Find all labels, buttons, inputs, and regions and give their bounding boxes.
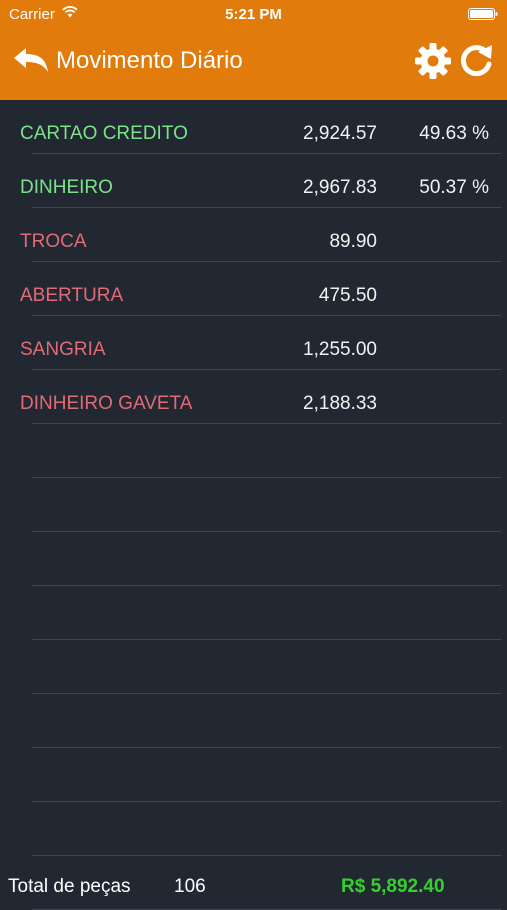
list-row[interactable]: CARTAO CREDITO 2,924.57 49.63 % bbox=[0, 100, 507, 154]
movement-list: CARTAO CREDITO 2,924.57 49.63 % DINHEIRO 2,9… bbox=[0, 100, 507, 910]
row-value: 2,924.57 bbox=[303, 123, 377, 144]
grand-total-amount: R$ 5,892.40 bbox=[341, 876, 445, 897]
list-row[interactable]: DINHEIRO GAVETA 2,188.33 bbox=[0, 370, 507, 424]
row-label: SANGRIA bbox=[20, 339, 106, 360]
summary-footer: Total de peças 106 R$ 5,892.40 bbox=[0, 872, 507, 900]
list-row[interactable]: DINHEIRO 2,967.83 50.37 % bbox=[0, 154, 507, 208]
row-label: DINHEIRO GAVETA bbox=[20, 393, 193, 414]
row-label: DINHEIRO bbox=[20, 177, 113, 198]
row-value: 2,188.33 bbox=[303, 393, 377, 414]
battery-icon bbox=[468, 8, 498, 20]
row-value: 2,967.83 bbox=[303, 177, 377, 198]
empty-list-row bbox=[0, 586, 507, 640]
empty-list-row bbox=[0, 532, 507, 586]
empty-list-row bbox=[0, 802, 507, 856]
list-row[interactable]: TROCA 89.90 bbox=[0, 208, 507, 262]
row-value: 475.50 bbox=[318, 285, 377, 306]
empty-list-row bbox=[0, 640, 507, 694]
pieces-total-label: Total de peças bbox=[8, 876, 131, 897]
header-bar: Carrier 5:21 PM Movimento Diário bbox=[0, 0, 507, 100]
status-time: 5:21 PM bbox=[225, 6, 282, 23]
empty-list-row bbox=[0, 478, 507, 532]
gear-icon[interactable] bbox=[414, 42, 452, 80]
empty-list-row bbox=[0, 424, 507, 478]
page-title: Movimento Diário bbox=[56, 47, 243, 74]
empty-list-row bbox=[0, 748, 507, 802]
row-label: ABERTURA bbox=[20, 285, 124, 306]
back-arrow-icon[interactable] bbox=[12, 46, 50, 76]
row-percent: 50.37 % bbox=[419, 177, 489, 198]
list-row[interactable]: SANGRIA 1,255.00 bbox=[0, 316, 507, 370]
empty-list-row bbox=[0, 694, 507, 748]
row-label: CARTAO CREDITO bbox=[20, 123, 188, 144]
row-label: TROCA bbox=[20, 231, 87, 252]
row-percent: 49.63 % bbox=[419, 123, 489, 144]
row-value: 89.90 bbox=[329, 231, 377, 252]
navigation-bar: Movimento Diário bbox=[0, 28, 507, 100]
list-row[interactable]: ABERTURA 475.50 bbox=[0, 262, 507, 316]
refresh-icon[interactable] bbox=[457, 42, 495, 80]
row-value: 1,255.00 bbox=[303, 339, 377, 360]
status-bar: Carrier 5:21 PM bbox=[0, 0, 507, 28]
pieces-total-count: 106 bbox=[174, 876, 206, 897]
